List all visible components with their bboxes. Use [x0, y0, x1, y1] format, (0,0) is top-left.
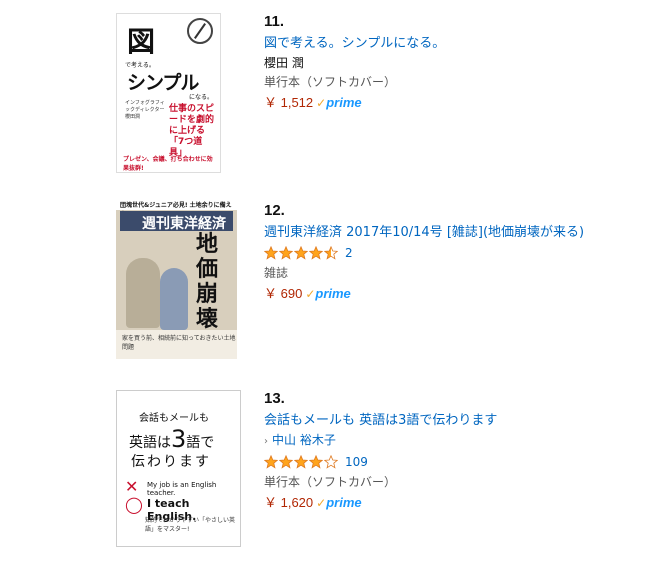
cover-text: 図 [127, 25, 156, 58]
cover-text: シンプル [127, 72, 199, 94]
rank-number: 13. [264, 390, 285, 407]
cover-figure [160, 268, 188, 330]
price: ￥ 1,512 [264, 95, 314, 110]
cover-text: になる。 [189, 94, 214, 101]
star-icon [279, 455, 293, 469]
book-cover-13[interactable]: 会話もメールも 英語は3語で 伝わります ✕ ◯ My job is an En… [116, 390, 241, 547]
price-row: ￥ 1,512 ✓ prime [264, 94, 445, 112]
magazine-masthead: 週刊東洋経済 [120, 211, 233, 232]
star-icon [324, 455, 338, 469]
cover-text: プレゼン、会議、打ち合わせに効果抜群! [123, 156, 213, 172]
cover-top-band: 団塊世代&ジュニア必見! 土地余りに備えよ [116, 198, 237, 218]
item-info: 13. 会話もメールも 英語は3語で伝わります › 中山 裕木子 109 単行本（… [264, 390, 497, 512]
item-info: 11. 図で考える。シンプルになる。 櫻田 潤 単行本（ソフトカバー） ￥ 1,… [264, 13, 445, 112]
price-row: ￥ 690 ✓ prime [264, 285, 584, 303]
item-info: 12. 週刊東洋経済 2017年10/14号 [雑誌](地価崩壊が来る) 2 雑… [264, 202, 584, 303]
star-icon [324, 246, 338, 260]
check-icon: ✓ [305, 287, 316, 301]
star-icon [279, 246, 293, 260]
cover-text: 知的でわかりやすい「やさしい英語」をマスター! [145, 517, 236, 533]
compass-icon [187, 18, 213, 44]
rating-row: 109 [264, 453, 497, 471]
star-rating[interactable] [264, 246, 339, 260]
rank-number: 12. [264, 202, 285, 219]
cover-text: 会話もメールも [139, 413, 209, 424]
cover-text: 家を買う前、相続前に知っておきたい土地問題 [122, 335, 236, 351]
cover-text: 伝わります [131, 454, 211, 470]
cover-text: 3 [171, 425, 187, 453]
rank-number: 11. [264, 13, 285, 30]
prime-badge: ✓ prime [316, 95, 361, 111]
prime-badge: ✓ prime [316, 495, 361, 511]
prime-label: prime [326, 495, 362, 510]
author-link[interactable]: › 中山 裕木子 [264, 432, 497, 450]
star-icon [264, 455, 278, 469]
cover-text: 週刊東洋経済 [142, 216, 226, 232]
cross-icon: ✕ [125, 477, 139, 496]
arrow-icon: › [264, 436, 268, 447]
price-row: ￥ 1,620 ✓ prime [264, 494, 497, 512]
item-title-link[interactable]: 図で考える。シンプルになる。 [264, 35, 445, 52]
cover-figure [126, 258, 160, 328]
item-title-link[interactable]: 会話もメールも 英語は3語で伝わります [264, 412, 497, 429]
cover-bottom-band: 家を買う前、相続前に知っておきたい土地問題 [116, 330, 237, 359]
format-label: 単行本（ソフトカバー） [264, 475, 397, 489]
author-name: 中山 裕木子 [272, 433, 336, 447]
review-count-link[interactable]: 2 [345, 246, 353, 260]
star-icon [309, 246, 323, 260]
cover-text: 英語は3語で [129, 425, 214, 453]
item-title-link[interactable]: 週刊東洋経済 2017年10/14号 [雑誌](地価崩壊が来る) [264, 224, 584, 241]
review-count-link[interactable]: 109 [345, 455, 368, 469]
cover-text: 英語は [129, 435, 171, 451]
format-label: 雑誌 [264, 266, 289, 280]
cover-text: My job is an English teacher. [147, 481, 217, 497]
cover-text: 語で [186, 435, 215, 451]
circle-icon: ◯ [125, 495, 143, 514]
price: ￥ 1,620 [264, 495, 314, 510]
cover-text: 仕事のスピードを劇的に上げる「7つ道具」 [169, 104, 215, 158]
check-icon: ✓ [316, 96, 327, 110]
book-cover-12[interactable]: 団塊世代&ジュニア必見! 土地余りに備えよ 週刊東洋経済 地価崩壊が来る 家を買… [116, 198, 237, 359]
star-rating[interactable] [264, 455, 339, 469]
price: ￥ 690 [264, 286, 303, 301]
author: 櫻田 潤 [264, 56, 304, 70]
book-cover-11[interactable]: 図 で考える。 シンプル になる。 インフォグラフィックディレクター 櫻田潤 仕… [116, 13, 221, 173]
prime-label: prime [315, 286, 351, 301]
star-icon [294, 246, 308, 260]
prime-badge: ✓ prime [305, 286, 350, 302]
star-icon [309, 455, 323, 469]
cover-text: インフォグラフィックディレクター 櫻田潤 [125, 100, 165, 120]
star-icon [294, 455, 308, 469]
star-icon [264, 246, 278, 260]
rating-row: 2 [264, 244, 584, 262]
format-label: 単行本（ソフトカバー） [264, 75, 397, 89]
check-icon: ✓ [316, 496, 327, 510]
prime-label: prime [326, 95, 362, 110]
